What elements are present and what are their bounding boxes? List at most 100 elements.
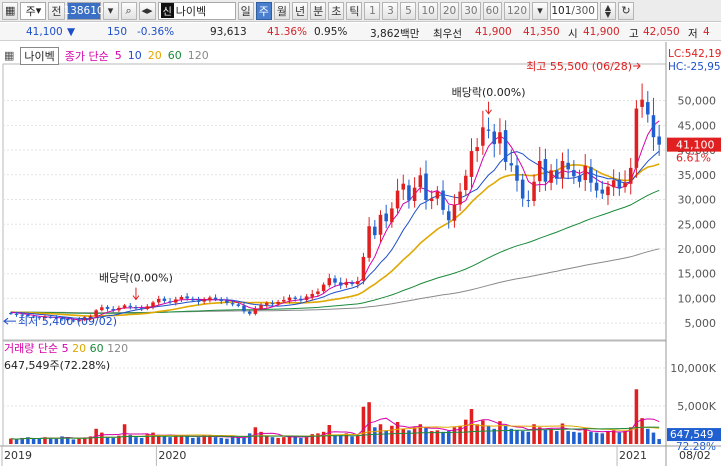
volume-bar <box>100 432 104 444</box>
volume-bar <box>48 437 53 444</box>
candle-body <box>492 131 496 145</box>
candle-body <box>179 296 184 300</box>
period-day[interactable]: 일 <box>237 1 254 20</box>
interval-5[interactable]: 5 <box>400 1 417 20</box>
indicator-settings-icon[interactable]: ▦ <box>4 49 14 62</box>
interval-1[interactable]: 1 <box>364 1 381 20</box>
candle-body <box>566 162 570 170</box>
stock-name-label: 나이벡 <box>175 4 207 18</box>
interval-120[interactable]: 120 <box>503 1 530 20</box>
volume-legend-ma20: 20 <box>72 342 87 355</box>
search-icon[interactable]: ⌕ <box>120 1 137 20</box>
candle-body <box>361 256 366 281</box>
volume-bar <box>54 438 59 444</box>
speaker-icon[interactable]: ◂▸ <box>138 1 156 20</box>
volume-bar <box>657 439 661 444</box>
interval-10[interactable]: 10 <box>418 1 438 20</box>
volume-bar <box>600 433 605 444</box>
candle-body <box>350 282 354 285</box>
stock-code-input[interactable]: 138610 <box>63 1 104 20</box>
candle-body <box>515 165 519 181</box>
candle-body <box>344 282 349 285</box>
count-input[interactable]: 101/300 <box>550 1 598 20</box>
volume-bar <box>589 431 593 444</box>
volume-bar <box>390 425 394 444</box>
candle-body <box>316 291 320 294</box>
stock-name-field[interactable]: 신 나이벡 <box>157 1 236 20</box>
candle-body <box>287 297 292 301</box>
volume-bar <box>191 437 195 444</box>
candle-body <box>412 187 417 202</box>
time-axis-label: 2019 <box>4 449 32 462</box>
candle-body <box>293 297 297 299</box>
volume-bar <box>560 423 565 444</box>
legend-ma10: 10 <box>127 49 142 62</box>
candle-body <box>310 293 315 297</box>
volume-legend-ma5: 5 <box>61 342 69 355</box>
volume-bar <box>583 428 587 444</box>
candle-body <box>435 191 440 199</box>
volume-bar <box>526 431 531 444</box>
price-tick-label: 35,000 <box>678 169 717 182</box>
period-year[interactable]: 년 <box>291 1 309 20</box>
candle-body <box>560 160 565 178</box>
open-label: 시 <box>568 28 578 40</box>
volume-bar <box>71 439 76 444</box>
period-week[interactable]: 주 <box>255 1 272 20</box>
volume-bar <box>168 437 172 444</box>
volume-bar <box>549 428 553 444</box>
candle-body <box>469 151 474 177</box>
volume-bar <box>83 437 87 444</box>
candle-body <box>208 297 212 301</box>
volume-bar <box>543 429 548 444</box>
candle-body <box>555 170 559 179</box>
code-dropdown-icon[interactable]: ▾ <box>102 1 119 20</box>
current-price: 41,100 <box>26 26 63 38</box>
price-volume-chart[interactable]: 50,00045,00040,00035,00030,00025,00020,0… <box>0 42 721 466</box>
candle-body <box>367 226 371 258</box>
interval-30[interactable]: 30 <box>461 1 481 20</box>
candle-body <box>355 281 360 285</box>
candle-body <box>111 309 115 311</box>
prev-button[interactable]: 전 <box>48 1 65 20</box>
interval-dropdown-icon[interactable]: ▾ <box>532 1 548 20</box>
volume-bar <box>412 427 417 444</box>
candle-body <box>651 115 656 138</box>
candle-body <box>572 169 576 177</box>
legend-ma120: 120 <box>187 49 209 62</box>
volume-bar <box>162 436 167 444</box>
refresh-icon[interactable]: ↻ <box>618 1 634 20</box>
lc-label: LC:542,19 <box>668 48 721 60</box>
period-month[interactable]: 월 <box>273 1 290 20</box>
candle-body <box>168 301 172 303</box>
volume-bar <box>566 431 570 444</box>
volume-bar <box>640 418 644 444</box>
period-second[interactable]: 초 <box>328 1 345 20</box>
market-select[interactable]: 주 ▾ <box>20 1 47 20</box>
volume-bar <box>9 438 13 444</box>
period-tick[interactable]: 틱 <box>346 1 363 20</box>
candle-body <box>333 278 337 283</box>
candle-body <box>174 299 178 303</box>
candle-body <box>623 182 627 188</box>
candle-body <box>338 282 343 286</box>
market-select-value: 주 <box>25 4 36 18</box>
volume-legend: 거래량 단순 5 20 60 120 647,549주(72.28%) <box>4 340 128 373</box>
interval-20[interactable]: 20 <box>439 1 460 20</box>
candle-body <box>407 185 411 201</box>
volume-bar <box>105 437 110 444</box>
period-minute[interactable]: 분 <box>310 1 327 20</box>
interval-60[interactable]: 60 <box>482 1 502 20</box>
best-quote-label: 최우선 <box>433 28 462 40</box>
grid-menu-icon[interactable]: ▦ <box>2 1 19 20</box>
candle-body <box>373 226 377 236</box>
candle-body <box>543 159 548 182</box>
stepper-icon[interactable]: ▲ ▼ <box>600 1 616 20</box>
price-tick-label: 25,000 <box>678 218 717 231</box>
legend-stock-name: 나이벡 <box>20 46 59 65</box>
candle-body <box>532 181 536 202</box>
interval-3[interactable]: 3 <box>382 1 399 20</box>
candle-body <box>100 307 104 311</box>
candle-body <box>418 175 423 188</box>
candle-body <box>594 182 599 191</box>
